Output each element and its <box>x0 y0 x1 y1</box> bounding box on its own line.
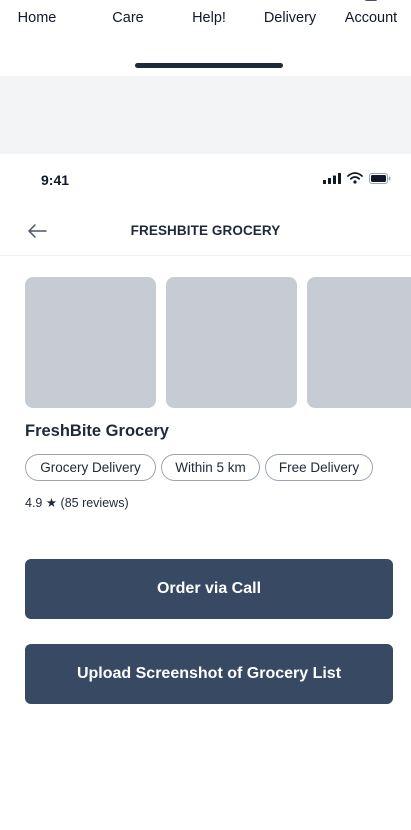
status-bar: 9:41 <box>0 154 411 206</box>
store-photo-carousel[interactable] <box>25 277 411 408</box>
tag-grocery-delivery: Grocery Delivery <box>25 454 156 481</box>
page-title: FRESHBITE GROCERY <box>130 223 281 238</box>
status-icons <box>323 171 391 189</box>
screen-separator <box>0 76 411 154</box>
store-photo[interactable] <box>25 277 156 408</box>
tag-distance: Within 5 km <box>161 454 260 481</box>
tab-home-label: Home <box>17 10 57 26</box>
tag-free-delivery: Free Delivery <box>265 454 373 481</box>
tab-help-label: Help! <box>192 10 226 26</box>
upload-grocery-list-button[interactable]: Upload Screenshot of Grocery List <box>25 644 393 704</box>
account-icon <box>363 0 379 4</box>
tab-care[interactable]: Care <box>99 0 157 40</box>
tab-account[interactable]: Account <box>338 0 404 40</box>
store-photo[interactable] <box>166 277 297 408</box>
home-indicator <box>135 63 283 68</box>
delivery-icon <box>282 0 298 4</box>
tab-care-label: Care <box>112 10 144 26</box>
tab-delivery-label: Delivery <box>263 10 317 26</box>
tab-delivery[interactable]: Delivery <box>253 0 327 40</box>
store-detail-screen: 9:41 FRESHBITE GROCERY FreshBite Grocery… <box>0 154 411 830</box>
previous-screen-fragment: Home Care Help! Delivery Account <box>0 0 411 76</box>
help-icon <box>201 0 217 4</box>
store-photo[interactable] <box>307 277 411 408</box>
care-icon <box>120 0 136 4</box>
tab-home[interactable]: Home <box>8 0 66 40</box>
store-name: FreshBite Grocery <box>25 422 169 440</box>
header-bar: FRESHBITE GROCERY <box>0 206 411 256</box>
wifi-icon <box>347 171 363 189</box>
bottom-tab-bar: Home Care Help! Delivery Account <box>0 0 411 40</box>
store-rating: 4.9 ★ (85 reviews) <box>25 496 129 510</box>
home-icon <box>29 0 45 4</box>
tab-account-label: Account <box>344 10 398 26</box>
tab-help[interactable]: Help! <box>180 0 238 40</box>
battery-icon <box>369 171 391 189</box>
status-time: 9:41 <box>41 172 70 188</box>
signal-icon <box>323 171 341 189</box>
order-via-call-button[interactable]: Order via Call <box>25 559 393 619</box>
